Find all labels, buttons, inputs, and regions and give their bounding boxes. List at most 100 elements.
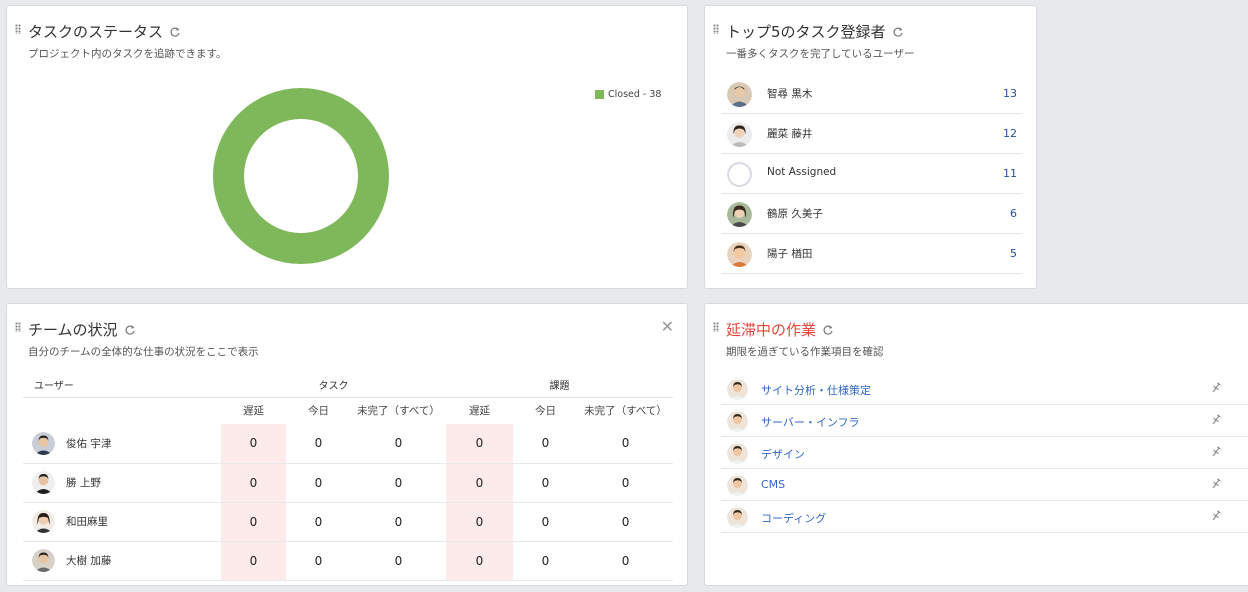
user-name: 和田麻里: [66, 516, 108, 528]
list-item[interactable]: デザイン: [721, 437, 1248, 469]
task-count[interactable]: 12: [1003, 127, 1017, 140]
list-item[interactable]: 智尋 黒木 13: [721, 74, 1022, 114]
avatar: [32, 471, 55, 494]
close-icon[interactable]: ✕: [661, 319, 674, 335]
user-cell[interactable]: 和田麻里: [23, 502, 221, 542]
drag-handle-icon[interactable]: [15, 24, 21, 34]
pin-icon[interactable]: [1209, 477, 1223, 491]
task-count[interactable]: 6: [1010, 207, 1017, 220]
cell-value[interactable]: 0: [446, 463, 513, 503]
avatar: [32, 431, 55, 455]
task-link[interactable]: サイト分析・仕様策定: [761, 382, 871, 398]
cell-value[interactable]: 0: [513, 463, 578, 503]
column-group-tasks: タスク: [221, 372, 446, 398]
list-item[interactable]: コーディング: [721, 501, 1248, 533]
avatar: [727, 82, 752, 107]
cell-value[interactable]: 0: [351, 463, 446, 503]
column-header-today[interactable]: 今日: [286, 397, 351, 424]
cell-value[interactable]: 0: [221, 463, 286, 503]
avatar: [32, 510, 55, 533]
pin-icon[interactable]: [1209, 509, 1223, 523]
task-count[interactable]: 13: [1003, 87, 1017, 100]
cell-value[interactable]: 0: [513, 541, 578, 581]
team-status-widget: チームの状況 ✕ 自分のチームの全体的な仕事の状況をここで表示 ユーザー タスク…: [6, 303, 688, 586]
column-header-user: ユーザー: [23, 372, 221, 398]
user-cell[interactable]: 勝 上野: [23, 463, 221, 503]
table-row: 大樹 加藤 0 0 0 0 0 0: [23, 541, 674, 581]
cell-value[interactable]: 0: [286, 502, 351, 542]
user-cell[interactable]: 俊佑 宇津: [23, 424, 221, 464]
refresh-icon[interactable]: [124, 324, 136, 336]
column-header-late[interactable]: 遅延: [446, 397, 513, 424]
table-row: 俊佑 宇津 0 0 0 0 0 0: [23, 424, 674, 464]
user-name[interactable]: 智尋 黒木: [767, 86, 812, 101]
task-link[interactable]: デザイン: [761, 446, 805, 462]
widget-subtitle: 一番多くタスクを完了しているユーザー: [726, 48, 915, 60]
user-name[interactable]: Not Assigned: [767, 166, 836, 178]
task-count[interactable]: 11: [1003, 167, 1017, 180]
avatar: [727, 242, 752, 267]
refresh-icon[interactable]: [169, 26, 181, 38]
user-name[interactable]: 陽子 楢田: [767, 246, 812, 261]
column-header-empty: [23, 397, 221, 424]
pin-icon[interactable]: [1209, 413, 1223, 427]
column-header-incomplete[interactable]: 未完了（すべて）: [578, 397, 673, 424]
cell-value[interactable]: 0: [286, 424, 351, 464]
list-item[interactable]: CMS: [721, 469, 1248, 501]
cell-value[interactable]: 0: [578, 502, 674, 542]
cell-value[interactable]: 0: [578, 463, 674, 503]
list-item[interactable]: サーバー・インフラ: [721, 405, 1248, 437]
list-item[interactable]: 陽子 楢田 5: [721, 234, 1022, 274]
column-header-late[interactable]: 遅延: [221, 397, 286, 424]
cell-value[interactable]: 0: [446, 502, 513, 542]
user-name: 大樹 加藤: [66, 555, 112, 567]
cell-value[interactable]: 0: [351, 502, 446, 542]
user-name[interactable]: 鶴原 久美子: [767, 206, 823, 221]
column-header-today[interactable]: 今日: [513, 397, 578, 424]
avatar: [32, 549, 55, 572]
task-link[interactable]: CMS: [761, 478, 785, 491]
chart-legend[interactable]: Closed - 38: [595, 89, 661, 100]
user-name[interactable]: 麗菜 藤井: [767, 126, 812, 141]
cell-value[interactable]: 0: [578, 541, 674, 581]
cell-value[interactable]: 0: [221, 424, 286, 464]
cell-value[interactable]: 0: [446, 541, 513, 581]
cell-value[interactable]: 0: [221, 502, 286, 542]
avatar: [727, 379, 748, 400]
avatar: [727, 162, 752, 187]
drag-handle-icon[interactable]: [15, 322, 21, 332]
cell-value[interactable]: 0: [351, 424, 446, 464]
task-link[interactable]: サーバー・インフラ: [761, 414, 860, 430]
task-count[interactable]: 5: [1010, 247, 1017, 260]
list-item[interactable]: 鶴原 久美子 6: [721, 194, 1022, 234]
list-item[interactable]: Not Assigned 11: [721, 154, 1022, 194]
widget-subtitle: 期限を過ぎている作業項目を確認: [726, 346, 884, 358]
avatar: [727, 202, 752, 227]
pin-icon[interactable]: [1209, 381, 1223, 395]
refresh-icon[interactable]: [822, 324, 834, 336]
user-cell[interactable]: 大樹 加藤: [23, 541, 221, 581]
widget-title: 延滞中の作業: [726, 319, 834, 340]
list-item[interactable]: サイト分析・仕様策定: [721, 373, 1248, 405]
refresh-icon[interactable]: [892, 26, 904, 38]
cell-value[interactable]: 0: [286, 541, 351, 581]
cell-value[interactable]: 0: [221, 541, 286, 581]
donut-slice-closed[interactable]: [213, 88, 389, 264]
drag-handle-icon[interactable]: [713, 322, 719, 332]
widget-title: チームの状況: [28, 319, 136, 340]
cell-value[interactable]: 0: [578, 424, 674, 464]
donut-chart: [213, 88, 389, 264]
cell-value[interactable]: 0: [446, 424, 513, 464]
task-link[interactable]: コーディング: [761, 510, 826, 526]
avatar: [727, 122, 752, 147]
column-header-incomplete[interactable]: 未完了（すべて）: [351, 397, 446, 424]
cell-value[interactable]: 0: [513, 424, 578, 464]
cell-value[interactable]: 0: [351, 541, 446, 581]
user-name: 勝 上野: [66, 477, 101, 489]
drag-handle-icon[interactable]: [713, 24, 719, 34]
cell-value[interactable]: 0: [513, 502, 578, 542]
table-row: 和田麻里 0 0 0 0 0 0: [23, 502, 674, 542]
cell-value[interactable]: 0: [286, 463, 351, 503]
pin-icon[interactable]: [1209, 445, 1223, 459]
list-item[interactable]: 麗菜 藤井 12: [721, 114, 1022, 154]
